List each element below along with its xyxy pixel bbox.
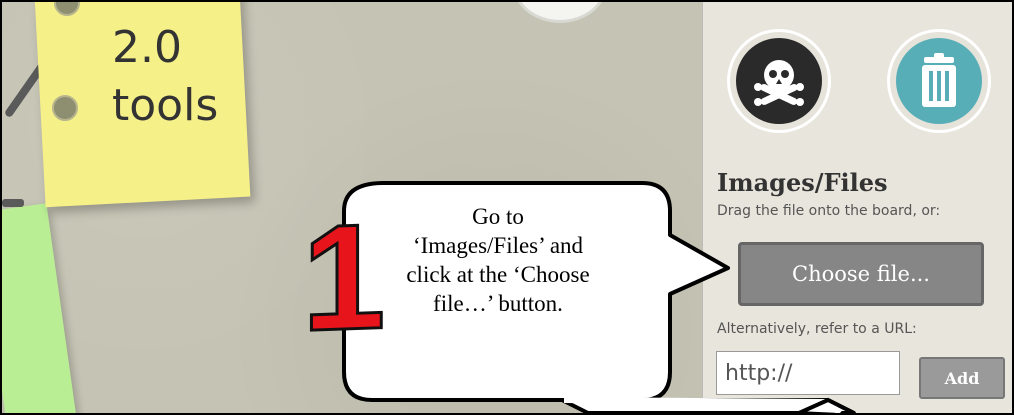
callout-text: Go to ‘Images/Files’ and click at the ‘C… xyxy=(356,202,640,318)
callout-line: file…’ button. xyxy=(433,291,563,316)
callout-line: Go to xyxy=(472,204,524,229)
callout-line: ‘Images/Files’ and xyxy=(412,233,584,258)
screenshot-frame: 2.0 tools Images/Files Drag the file ont… xyxy=(0,0,1014,415)
callout-line: click at the ‘Choose xyxy=(406,262,590,287)
